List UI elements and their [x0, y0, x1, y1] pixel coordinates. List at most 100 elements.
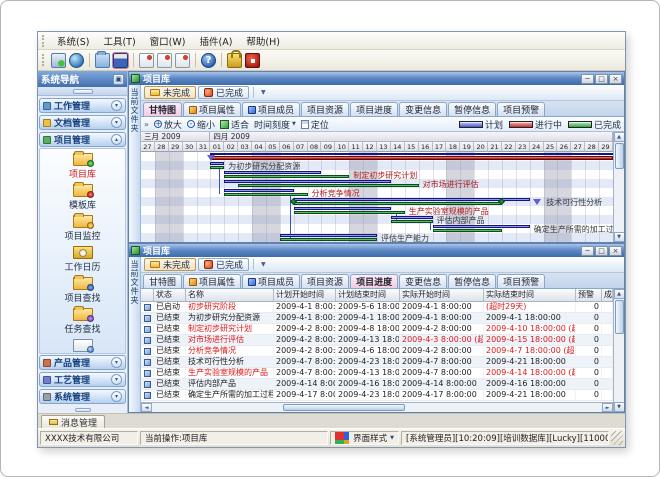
plan-bar[interactable]: [224, 189, 293, 192]
tab-7[interactable]: 项目预警: [497, 274, 545, 288]
completed-bar[interactable]: [294, 211, 405, 214]
completed-bar[interactable]: [280, 238, 377, 241]
plan-bar[interactable]: [210, 153, 613, 155]
minimize-button[interactable]: ─: [581, 74, 594, 84]
column-header-0[interactable]: 状态: [154, 289, 186, 301]
scroll-left-icon[interactable]: ◄: [141, 403, 152, 412]
lock-icon[interactable]: [227, 53, 242, 68]
group-toggle-icon[interactable]: ▴: [111, 134, 122, 145]
sidebar-footer-button[interactable]: [75, 408, 91, 412]
menu-item-4[interactable]: 帮助(H): [239, 33, 287, 49]
filter-button-1[interactable]: 已完成: [198, 258, 249, 271]
group-toggle-icon[interactable]: ▾: [111, 117, 122, 128]
sidebar-group-2[interactable]: 项目管理▴: [39, 132, 126, 147]
close-button[interactable]: ×: [609, 74, 622, 84]
table-row[interactable]: 已结束分析竞争情况2009-4-2 8:00:002009-4-6 18:00:…: [141, 346, 613, 357]
zoom-in-button[interactable]: 放大: [154, 118, 182, 131]
plan-bar[interactable]: [294, 198, 530, 201]
gantt-chart[interactable]: 三月 2009四月 200927282930310102030405060708…: [141, 132, 613, 242]
tab-5[interactable]: 变更信息: [399, 102, 447, 116]
save-icon[interactable]: [113, 53, 128, 68]
column-header-6[interactable]: 预警: [576, 289, 602, 301]
toolbar-drag-handle[interactable]: [42, 54, 45, 66]
plan-bar[interactable]: [224, 180, 391, 183]
column-header-4[interactable]: 实际开始时间: [400, 289, 484, 301]
group-toggle-icon[interactable]: ▾: [111, 100, 122, 111]
maximize-button[interactable]: □: [595, 74, 608, 84]
plan-bar[interactable]: [224, 171, 321, 174]
interface-style-button[interactable]: 界面样式 ▼: [330, 431, 399, 445]
fit-button[interactable]: 适合: [220, 118, 249, 131]
scroll-down-icon[interactable]: ▼: [614, 402, 625, 412]
more-filters-icon[interactable]: ▼: [258, 89, 269, 96]
filter-button-0[interactable]: 未完成: [144, 258, 196, 271]
table-row[interactable]: 已结束确定生产所需的加工过程2009-4-17 8:00:002009-4-23…: [141, 390, 613, 401]
tab-7[interactable]: 项目预警: [497, 102, 545, 116]
table-row[interactable]: 已启动初步研究阶段2009-4-1 8:00:002009-5-6 18:00:…: [141, 302, 613, 313]
sidebar-pin-icon[interactable]: ▣: [113, 74, 124, 85]
sidebar-item-4[interactable]: 项目查找: [40, 275, 125, 306]
plan-bar[interactable]: [294, 207, 391, 210]
completed-bar[interactable]: [391, 220, 433, 223]
column-header-5[interactable]: 实际结束时间: [484, 289, 576, 301]
tab-1[interactable]: 项目属性: [183, 102, 241, 116]
tab-2[interactable]: 项目成员: [242, 274, 300, 288]
group-toggle-icon[interactable]: ▾: [111, 391, 122, 402]
completed-bar[interactable]: [210, 166, 224, 169]
mail-verify-icon[interactable]: [157, 53, 172, 68]
table-vertical-scrollbar[interactable]: ▲ ▼: [613, 289, 624, 412]
group-toggle-icon[interactable]: ▾: [111, 357, 122, 368]
table-row[interactable]: 已结束评估内部产品2009-4-14 8:00:002009-4-16 18:0…: [141, 379, 613, 390]
group-toggle-icon[interactable]: ▾: [111, 374, 122, 385]
current-folder-tab[interactable]: 当前文件夹: [129, 85, 141, 242]
tab-6[interactable]: 暂停信息: [448, 274, 496, 288]
completed-bar[interactable]: [238, 184, 418, 187]
gantt-vertical-scrollbar[interactable]: ▲ ▼: [613, 132, 624, 242]
column-header-2[interactable]: 计划开始时间: [274, 289, 336, 301]
sidebar-strip-button[interactable]: [73, 89, 93, 94]
tab-6[interactable]: 暂停信息: [448, 102, 496, 116]
sidebar-group-1[interactable]: 文档管理▾: [39, 115, 126, 130]
tab-0[interactable]: 甘特图: [143, 274, 182, 288]
table-row[interactable]: 已结束对市场进行评估2009-4-2 8:00:002009-4-13 18:0…: [141, 335, 613, 346]
resize-grip[interactable]: [611, 431, 623, 445]
scroll-thumb[interactable]: [615, 300, 624, 334]
column-header-3[interactable]: 计划结束时间: [336, 289, 400, 301]
tab-4[interactable]: 项目进度: [350, 274, 398, 288]
completed-bar[interactable]: [294, 202, 502, 205]
toolbar-overflow-icon[interactable]: »: [144, 120, 149, 129]
exit-icon[interactable]: [245, 53, 260, 68]
scroll-thumb[interactable]: [283, 404, 406, 411]
filter-button-0[interactable]: 未完成: [144, 86, 196, 99]
completed-bar[interactable]: [224, 193, 307, 196]
monitor-icon[interactable]: [51, 53, 66, 68]
sidebar-item-2[interactable]: 项目监控: [40, 213, 125, 244]
completed-bar[interactable]: [433, 229, 502, 232]
tab-1[interactable]: 项目属性: [183, 274, 241, 288]
sidebar-group-5[interactable]: 系统管理▾: [39, 389, 126, 404]
time-scale-button[interactable]: 时间刻度▼: [254, 118, 296, 131]
column-header-icon[interactable]: [141, 289, 154, 301]
plan-bar[interactable]: [210, 162, 224, 165]
table-row[interactable]: 已结束生产实验室规模的产品2009-4-7 8:00:002009-4-13 1…: [141, 368, 613, 379]
tab-0[interactable]: 甘特图: [143, 102, 182, 116]
table-row[interactable]: 已结束制定初步研究计划2009-4-2 8:00:002009-4-8 18:0…: [141, 324, 613, 335]
filter-button-1[interactable]: 已完成: [198, 86, 249, 99]
tab-3[interactable]: 项目资源: [301, 102, 349, 116]
sidebar-item-6[interactable]: 项目文档查找: [40, 337, 125, 354]
maximize-button[interactable]: □: [595, 246, 608, 256]
inprogress-bar[interactable]: [210, 156, 613, 160]
help-icon[interactable]: ?: [201, 53, 216, 68]
horizontal-scrollbar[interactable]: ◄ ►: [141, 402, 613, 412]
globe-icon[interactable]: [69, 53, 84, 68]
sidebar-group-3[interactable]: 产品管理▾: [39, 355, 126, 370]
menu-item-1[interactable]: 工具(T): [96, 33, 142, 49]
plan-bar[interactable]: [280, 234, 377, 237]
scroll-thumb[interactable]: [615, 143, 624, 169]
mail-delete-icon[interactable]: [175, 53, 190, 68]
column-header-7[interactable]: 成: [602, 289, 613, 301]
zoom-out-button[interactable]: 缩小: [187, 118, 215, 131]
table-row[interactable]: 已结束为初步研究分配资源2009-4-1 8:00:002009-4-1 18:…: [141, 313, 613, 324]
sidebar-item-0[interactable]: 项目库: [40, 151, 125, 182]
close-button[interactable]: ×: [609, 246, 622, 256]
